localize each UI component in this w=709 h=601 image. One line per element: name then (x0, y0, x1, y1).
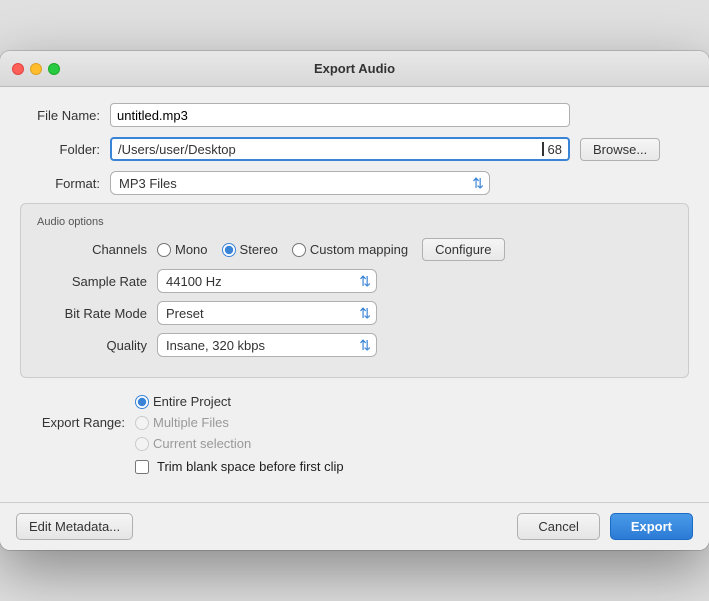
format-label: Format: (20, 176, 100, 191)
audio-options-title: Audio options (37, 216, 672, 228)
browse-button[interactable]: Browse... (580, 138, 660, 161)
quality-select[interactable]: Insane, 320 kbps Extreme, 220-260 kbps S… (157, 333, 377, 357)
folder-label: Folder: (20, 142, 100, 157)
minimize-button[interactable] (30, 63, 42, 75)
multiple-files-radio-item[interactable]: Multiple Files (135, 415, 251, 430)
bit-rate-mode-label: Bit Rate Mode (37, 306, 147, 321)
mono-radio[interactable] (157, 243, 171, 257)
file-name-input[interactable] (110, 103, 570, 127)
custom-mapping-radio[interactable] (292, 243, 306, 257)
bit-rate-mode-row: Bit Rate Mode Preset Variable Average Co… (37, 301, 672, 325)
footer-right: Cancel Export (517, 513, 693, 540)
quality-row: Quality Insane, 320 kbps Extreme, 220-26… (37, 333, 672, 357)
traffic-lights (12, 63, 60, 75)
export-audio-dialog: Export Audio File Name: Folder: /Users/u… (0, 51, 709, 550)
channels-row: Channels Mono Stereo Custom mapping Conf (37, 238, 672, 261)
stereo-label: Stereo (240, 242, 278, 257)
folder-path-text: /Users/user/Desktop (118, 142, 541, 157)
edit-metadata-button[interactable]: Edit Metadata... (16, 513, 133, 540)
current-selection-radio-item[interactable]: Current selection (135, 436, 251, 451)
entire-project-radio[interactable] (135, 395, 149, 409)
close-button[interactable] (12, 63, 24, 75)
format-select-wrap: MP3 Files WAV Files AIFF Files FLAC File… (110, 171, 490, 195)
export-range-header-row: Export Range: Entire Project Multiple Fi… (20, 394, 689, 451)
text-cursor (542, 142, 544, 156)
file-name-row: File Name: (20, 103, 689, 127)
trim-checkbox[interactable] (135, 460, 149, 474)
dialog-footer: Edit Metadata... Cancel Export (0, 502, 709, 550)
range-options: Entire Project Multiple Files Current se… (135, 394, 251, 451)
folder-cursor-num: 68 (548, 142, 562, 157)
channels-label: Channels (37, 242, 147, 257)
cancel-button[interactable]: Cancel (517, 513, 599, 540)
sample-rate-row: Sample Rate 8000 Hz 11025 Hz 16000 Hz 22… (37, 269, 672, 293)
sample-rate-select[interactable]: 8000 Hz 11025 Hz 16000 Hz 22050 Hz 32000… (157, 269, 377, 293)
stereo-radio[interactable] (222, 243, 236, 257)
bit-rate-mode-select-wrap: Preset Variable Average Constant ⇅ (157, 301, 377, 325)
export-range-label: Export Range: (20, 415, 125, 430)
quality-label: Quality (37, 338, 147, 353)
titlebar: Export Audio (0, 51, 709, 87)
export-button[interactable]: Export (610, 513, 693, 540)
dialog-content: File Name: Folder: /Users/user/Desktop 6… (0, 87, 709, 502)
entire-project-label: Entire Project (153, 394, 231, 409)
custom-mapping-label: Custom mapping (310, 242, 408, 257)
footer-left: Edit Metadata... (16, 513, 133, 540)
trim-row: Trim blank space before first clip (135, 459, 689, 474)
format-row: Format: MP3 Files WAV Files AIFF Files F… (20, 171, 689, 195)
trim-label: Trim blank space before first clip (157, 459, 344, 474)
bit-rate-mode-select[interactable]: Preset Variable Average Constant (157, 301, 377, 325)
quality-select-wrap: Insane, 320 kbps Extreme, 220-260 kbps S… (157, 333, 377, 357)
sample-rate-label: Sample Rate (37, 274, 147, 289)
multiple-files-label: Multiple Files (153, 415, 229, 430)
entire-project-radio-item[interactable]: Entire Project (135, 394, 251, 409)
multiple-files-radio[interactable] (135, 416, 149, 430)
current-selection-label: Current selection (153, 436, 251, 451)
channels-radio-group: Mono Stereo Custom mapping Configure (157, 238, 505, 261)
mono-label: Mono (175, 242, 208, 257)
window-title: Export Audio (314, 61, 395, 76)
current-selection-radio[interactable] (135, 437, 149, 451)
audio-options-section: Audio options Channels Mono Stereo Cus (20, 203, 689, 378)
format-select[interactable]: MP3 Files WAV Files AIFF Files FLAC File… (110, 171, 490, 195)
folder-input-wrap[interactable]: /Users/user/Desktop 68 (110, 137, 570, 161)
configure-button[interactable]: Configure (422, 238, 504, 261)
maximize-button[interactable] (48, 63, 60, 75)
export-range-section: Export Range: Entire Project Multiple Fi… (20, 390, 689, 478)
folder-row: Folder: /Users/user/Desktop 68 Browse... (20, 137, 689, 161)
custom-mapping-radio-item[interactable]: Custom mapping (292, 242, 408, 257)
file-name-label: File Name: (20, 108, 100, 123)
sample-rate-select-wrap: 8000 Hz 11025 Hz 16000 Hz 22050 Hz 32000… (157, 269, 377, 293)
mono-radio-item[interactable]: Mono (157, 242, 208, 257)
stereo-radio-item[interactable]: Stereo (222, 242, 278, 257)
